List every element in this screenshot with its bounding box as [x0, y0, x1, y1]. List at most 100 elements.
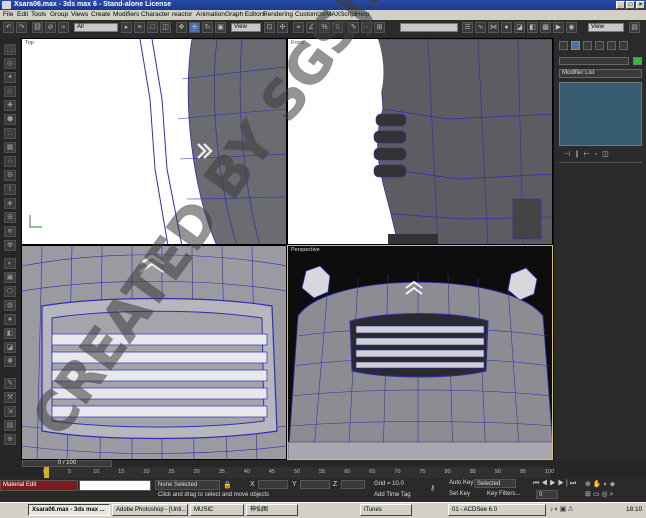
menu-animation[interactable]: Animation	[196, 11, 225, 19]
shape-tool-icon[interactable]: ◇	[4, 86, 16, 97]
zoom-controls[interactable]: ⊞▭◎⌕	[585, 490, 616, 499]
percent-snap-icon[interactable]: %	[319, 22, 330, 33]
current-frame-field[interactable]: 0	[536, 490, 558, 499]
modify-tab-icon[interactable]	[571, 41, 580, 50]
time-slider-left-icon[interactable]	[0, 460, 22, 467]
menu-rendering[interactable]: Rendering	[263, 11, 293, 19]
viewport-front[interactable]: Front	[287, 38, 553, 245]
spinner-snap-icon[interactable]: ⇅	[332, 22, 343, 33]
curve-editor-icon[interactable]: ∿	[475, 22, 486, 33]
layer-manager-icon[interactable]: ☰	[462, 22, 473, 33]
compound-tool-icon[interactable]: ⬢	[4, 114, 16, 125]
render-last-icon[interactable]: ▶	[553, 22, 564, 33]
material-tool-icon[interactable]: ●	[4, 314, 16, 325]
mirror-icon[interactable]: ⇔	[361, 22, 372, 33]
menu-edit[interactable]: Edit	[17, 11, 28, 19]
menu-tools[interactable]: Tools	[31, 11, 46, 19]
angle-snap-icon[interactable]: ∠	[306, 22, 317, 33]
camera-tool-icon[interactable]: ◎	[4, 58, 16, 69]
dynamics-tool-icon[interactable]: ⚙	[4, 170, 16, 181]
uvw-tool-icon[interactable]: ⊞	[4, 212, 16, 223]
nav-controls[interactable]: ⊕✋◐◈	[585, 480, 617, 488]
menu-customize[interactable]: Customize	[295, 11, 326, 19]
modifier-list-dropdown[interactable]: Modifier List	[559, 69, 642, 78]
script-tool-icon[interactable]: ✎	[4, 378, 16, 389]
unlink-icon[interactable]: ⊘	[45, 22, 56, 33]
undo-icon[interactable]: ↶	[3, 22, 14, 33]
quick-render-icon[interactable]: ◧	[527, 22, 538, 33]
active-shade-icon[interactable]: ◉	[566, 22, 577, 33]
particle-tool-icon[interactable]: ∴	[4, 128, 16, 139]
bind-space-warp-icon[interactable]: ≈	[58, 22, 69, 33]
z-coord-field[interactable]	[341, 480, 365, 489]
lock-selection-icon[interactable]: 🔒	[223, 481, 232, 489]
object-name-field[interactable]	[559, 57, 629, 65]
modifier-tool-icon[interactable]: ◈	[4, 198, 16, 209]
object-color-swatch[interactable]	[633, 57, 642, 65]
render-scene-icon[interactable]: ◪	[514, 22, 525, 33]
manipulate-icon[interactable]: ✣	[277, 22, 288, 33]
smooth-tool-icon[interactable]: ◍	[4, 300, 16, 311]
map-tool-icon[interactable]: ◧	[4, 328, 16, 339]
asset-tool-icon[interactable]: ▤	[4, 420, 16, 431]
viewport-top[interactable]: Top	[21, 38, 287, 245]
mesh-tool-icon[interactable]: ▣	[4, 272, 16, 283]
selection-filter-dropdown[interactable]: All	[74, 23, 118, 32]
redo-icon[interactable]: ↷	[16, 22, 27, 33]
task-acdsee[interactable]: 01 - ACDSee 6.0	[448, 504, 546, 516]
viewport-top-label[interactable]: Top	[25, 40, 34, 46]
render-frame-icon[interactable]: ▤	[629, 22, 640, 33]
named-selection-dropdown[interactable]	[400, 23, 458, 32]
modifier-stack[interactable]	[559, 82, 642, 146]
render-type-icon[interactable]: ▦	[540, 22, 551, 33]
schematic-view-icon[interactable]: ⋈	[488, 22, 499, 33]
maxscript-mini-listener[interactable]: Material Edit	[0, 480, 78, 491]
patch-tool-icon[interactable]: ▦	[4, 142, 16, 153]
surface-tool-icon[interactable]: ◐	[4, 258, 16, 269]
select-scale-icon[interactable]: ↻	[202, 22, 213, 33]
render-tool-icon[interactable]: ◪	[4, 342, 16, 353]
utilities-tab-icon[interactable]	[619, 41, 628, 50]
select-by-name-icon[interactable]: ≡	[134, 22, 145, 33]
snaps-toggle-icon[interactable]: ⌖	[293, 22, 304, 33]
uniform-scale-icon[interactable]: ▣	[215, 22, 226, 33]
material-editor-icon[interactable]: ●	[501, 22, 512, 33]
display-tab-icon[interactable]	[607, 41, 616, 50]
viewport-front-label[interactable]: Front	[291, 40, 304, 46]
select-move-icon[interactable]: ✥	[176, 22, 187, 33]
create-tab-icon[interactable]	[559, 41, 568, 50]
menu-character[interactable]: Character	[141, 11, 170, 19]
menu-help[interactable]: Help	[356, 11, 369, 19]
task-itunes[interactable]: iTunes	[360, 504, 412, 516]
viewport-left[interactable]	[21, 245, 287, 460]
y-coord-field[interactable]	[300, 480, 330, 489]
bone-tool-icon[interactable]: ⌇	[4, 184, 16, 195]
light-tool-icon[interactable]: ✦	[4, 72, 16, 83]
key-filters-button[interactable]: Key Filters...	[487, 491, 520, 497]
measure-tool-icon[interactable]: ⇲	[4, 406, 16, 417]
poly-tool-icon[interactable]: ⬡	[4, 286, 16, 297]
menu-modifiers[interactable]: Modifiers	[113, 11, 139, 19]
menu-views[interactable]: Views	[71, 11, 88, 19]
window-crossing-icon[interactable]: ◫	[160, 22, 171, 33]
viewport-perspective-label[interactable]: Perspective	[291, 247, 320, 253]
set-key-button[interactable]: Set Key	[449, 491, 470, 497]
utility-tool-icon[interactable]: ⚒	[4, 392, 16, 403]
rect-selection-icon[interactable]: □	[147, 22, 158, 33]
pivot-center-icon[interactable]: ⊡	[264, 22, 275, 33]
menu-graph-editors[interactable]: Graph Editors	[225, 11, 265, 19]
ref-coord-dropdown[interactable]: View	[231, 23, 261, 32]
motion-tab-icon[interactable]	[595, 41, 604, 50]
maxscript-input[interactable]	[79, 480, 151, 491]
x-coord-field[interactable]	[258, 480, 288, 489]
time-slider[interactable]: 0 / 100	[22, 460, 112, 467]
nurbs-tool-icon[interactable]: ∩	[4, 156, 16, 167]
viewport-view-dropdown[interactable]: View	[588, 23, 624, 32]
task-music[interactable]: MUSIC	[190, 504, 244, 516]
select-rotate-icon[interactable]: ✛	[189, 22, 200, 33]
auto-key-button[interactable]: Auto Key	[449, 480, 473, 486]
add-time-tag[interactable]: Add Time Tag	[374, 492, 411, 498]
effect-tool-icon[interactable]: ✺	[4, 356, 16, 367]
task-image-viewer[interactable]: 神仙图	[246, 504, 298, 516]
menu-create[interactable]: Create	[91, 11, 111, 19]
